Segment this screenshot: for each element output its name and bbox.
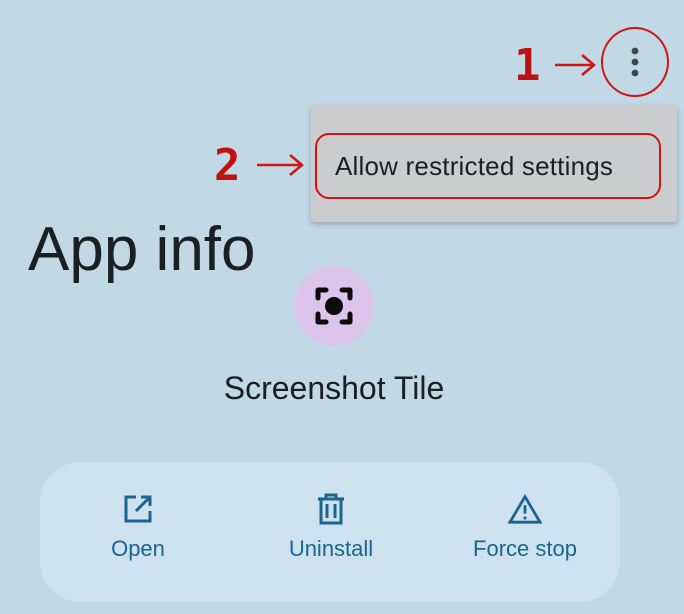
menu-item-allow-restricted-settings[interactable]: Allow restricted settings [315, 133, 661, 199]
overflow-menu: Allow restricted settings [311, 106, 677, 222]
app-icon [294, 266, 374, 346]
annotation-arrow-2 [257, 154, 304, 176]
screenshot-icon [315, 287, 353, 325]
force-stop-label: Force stop [473, 536, 577, 561]
warning-icon [508, 492, 542, 526]
uninstall-label: Uninstall [288, 536, 374, 561]
uninstall-button[interactable]: Uninstall [271, 462, 391, 602]
app-info-screen: 1 Allow restricted settings 2 App info S… [0, 0, 684, 614]
trash-icon [314, 492, 348, 526]
annotation-arrow-1 [555, 54, 596, 76]
open-label: Open [111, 536, 165, 561]
open-button[interactable]: Open [88, 462, 188, 602]
annotation-step-1: 1 [514, 40, 541, 91]
annotation-step-2: 2 [214, 140, 241, 191]
page-title: App info [28, 215, 256, 284]
app-actions-card: Open Uninstall Force stop [40, 462, 620, 602]
open-external-icon [121, 492, 155, 526]
app-name: Screenshot Tile [223, 370, 445, 406]
annotation-circle [601, 27, 669, 97]
force-stop-button[interactable]: Force stop [450, 462, 600, 602]
